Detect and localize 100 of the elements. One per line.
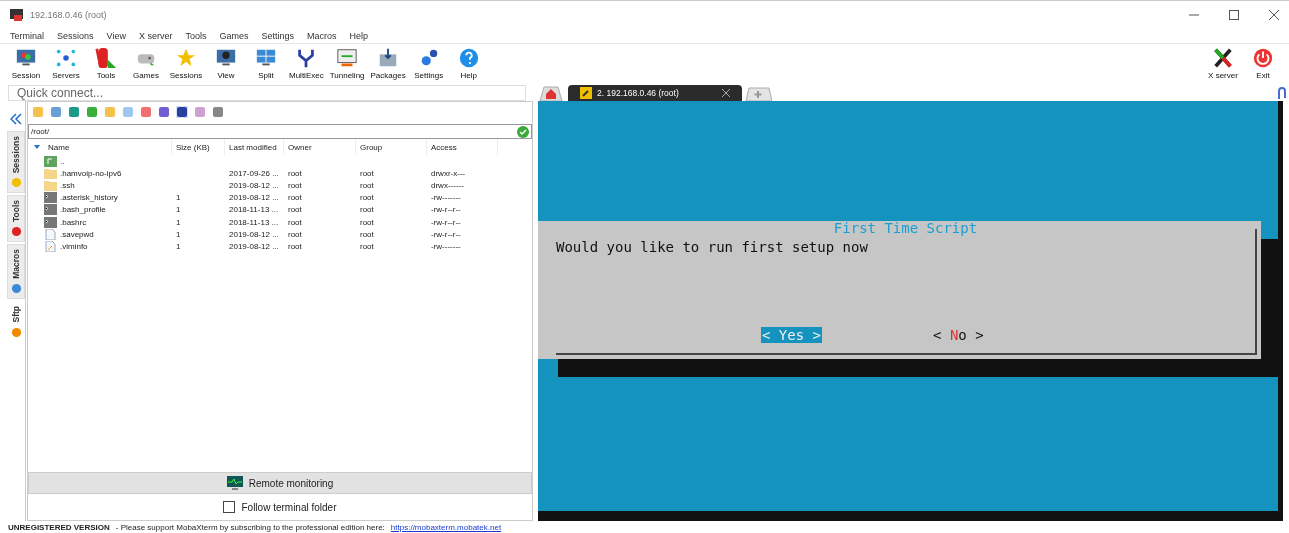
- dialog-message: Would you like to run first setup now: [556, 239, 869, 255]
- table-cell: root: [360, 229, 374, 239]
- status-link[interactable]: https://mobaxterm.mobatek.net: [390, 522, 502, 532]
- menu-item[interactable]: Games: [219, 31, 249, 41]
- menu-item[interactable]: Tools: [185, 31, 207, 41]
- file-name[interactable]: .ssh: [60, 180, 75, 190]
- table-cell: -rw-r--r--: [431, 217, 461, 227]
- table-cell: 1: [176, 241, 181, 251]
- table-cell: root: [360, 217, 374, 227]
- table-cell: root: [288, 205, 302, 215]
- power-icon: [1252, 46, 1274, 69]
- table-cell: 2019-08-12 ...: [229, 241, 279, 251]
- table-cell: root: [288, 168, 302, 178]
- toolbar-button[interactable]: MultiExec: [286, 46, 327, 80]
- table-cell: -rw-r--r--: [431, 229, 461, 239]
- toolbar-button[interactable]: Tools: [86, 46, 126, 80]
- close-icon[interactable]: [1269, 10, 1279, 20]
- toolbar-button[interactable]: Games: [126, 46, 166, 80]
- table-cell: root: [360, 193, 374, 203]
- toolbar-button[interactable]: Sessions: [166, 46, 206, 80]
- table-cell: 2019-08-12 ...: [229, 193, 279, 203]
- toolbar-button[interactable]: Split: [246, 46, 286, 80]
- table-cell: -rw-r--r--: [431, 205, 461, 215]
- toolbar-button[interactable]: Settings: [408, 46, 449, 80]
- app-icon: [10, 8, 24, 22]
- table-cell: drwx------: [431, 180, 464, 190]
- sort-icon[interactable]: [34, 145, 40, 149]
- toolbar-button[interactable]: Packages: [367, 46, 409, 80]
- monitor-icon: [226, 476, 243, 490]
- side-tab[interactable]: Macros: [7, 244, 25, 300]
- file-icon: [44, 228, 57, 240]
- column-header[interactable]: Owner: [288, 142, 312, 152]
- folder-icon: [44, 167, 57, 179]
- side-tab[interactable]: Sessions: [7, 131, 25, 194]
- table-cell: 1: [176, 229, 181, 239]
- checkbox-label[interactable]: Follow terminal folder: [241, 501, 337, 513]
- monitor-icon: [336, 46, 359, 69]
- column-header[interactable]: Access: [431, 142, 457, 152]
- toolbar-button[interactable]: View: [206, 46, 246, 80]
- toolbar-button[interactable]: Servers: [46, 46, 86, 80]
- menu-item[interactable]: Sessions: [57, 31, 94, 41]
- file-name[interactable]: .bash_profile: [60, 205, 106, 215]
- session-tab[interactable]: 2. 192.168.0.46 (root): [568, 85, 742, 101]
- table-cell: drwxr-x---: [431, 168, 466, 178]
- toolbar-button[interactable]: Exit: [1243, 46, 1283, 80]
- column-header[interactable]: Last modified: [229, 142, 277, 152]
- toolbar-button[interactable]: Tunneling: [326, 46, 368, 80]
- path-field[interactable]: /root/: [28, 124, 532, 139]
- column-header[interactable]: Group: [360, 142, 383, 152]
- table-cell: 1: [176, 205, 181, 215]
- menu-item[interactable]: Terminal: [10, 31, 44, 41]
- toolbar-button[interactable]: X server: [1203, 46, 1243, 80]
- paperclip-icon[interactable]: [1277, 87, 1287, 101]
- collapse-icon[interactable]: [10, 113, 22, 125]
- file-name[interactable]: .viminfo: [60, 241, 88, 251]
- table-cell: root: [288, 193, 302, 203]
- file-name[interactable]: .asterisk_history: [60, 193, 118, 203]
- menu-item[interactable]: Macros: [307, 31, 337, 41]
- table-cell: root: [360, 205, 374, 215]
- toolbar-button[interactable]: Session: [6, 46, 46, 80]
- table-cell: -rw-------: [431, 241, 461, 251]
- checkbox[interactable]: [223, 501, 236, 513]
- table-cell: root: [360, 168, 374, 178]
- maximize-icon[interactable]: [1229, 10, 1239, 20]
- table-cell: 1: [176, 193, 181, 203]
- menu-item[interactable]: View: [106, 31, 126, 41]
- quick-connect-field[interactable]: Quick connect...: [8, 85, 526, 101]
- table-cell: 1: [176, 217, 181, 227]
- file-name[interactable]: .hamvoip-no-ipv6: [60, 168, 122, 178]
- table-cell: root: [360, 180, 374, 190]
- side-tab[interactable]: Tools: [7, 195, 25, 243]
- menu-item[interactable]: Settings: [261, 31, 294, 41]
- check-icon: [517, 125, 529, 138]
- table-cell: 2017-09-26 ...: [229, 168, 279, 178]
- close-icon[interactable]: [722, 89, 730, 97]
- table-cell: 2018-11-13 ...: [229, 217, 279, 227]
- table-cell: 2019-08-12 ...: [229, 229, 279, 239]
- folder-icon: [44, 179, 57, 191]
- file-name[interactable]: .savepwd: [60, 229, 94, 239]
- table-cell: root: [288, 217, 302, 227]
- dialog-button[interactable]: < No >: [932, 327, 985, 343]
- table-cell: root: [288, 241, 302, 251]
- menu-item[interactable]: X server: [138, 31, 173, 41]
- toolbar-button[interactable]: Help: [448, 46, 489, 80]
- file-name[interactable]: .bashrc: [60, 217, 87, 227]
- table-cell: -rw-------: [431, 193, 461, 203]
- table-cell: root: [360, 241, 374, 251]
- menu-item[interactable]: Help: [349, 31, 368, 41]
- dialog-title: First Time Script: [832, 220, 979, 236]
- window-title: 192.168.0.46 (root): [30, 10, 107, 20]
- table-cell: 2018-11-13 ...: [229, 205, 279, 215]
- status-text: - Please support MobaXterm by subscribing to the professional edition here:: [115, 522, 385, 532]
- file-name[interactable]: ..: [60, 156, 65, 166]
- column-header[interactable]: Name: [48, 142, 70, 152]
- column-header[interactable]: Size (KB): [176, 142, 210, 152]
- remote-monitoring-button[interactable]: Remote monitoring: [28, 472, 532, 494]
- home-tab-icon[interactable]: [536, 85, 566, 101]
- table-cell: root: [288, 180, 302, 190]
- new-tab-icon[interactable]: [744, 87, 772, 101]
- text-file-icon: [44, 240, 57, 252]
